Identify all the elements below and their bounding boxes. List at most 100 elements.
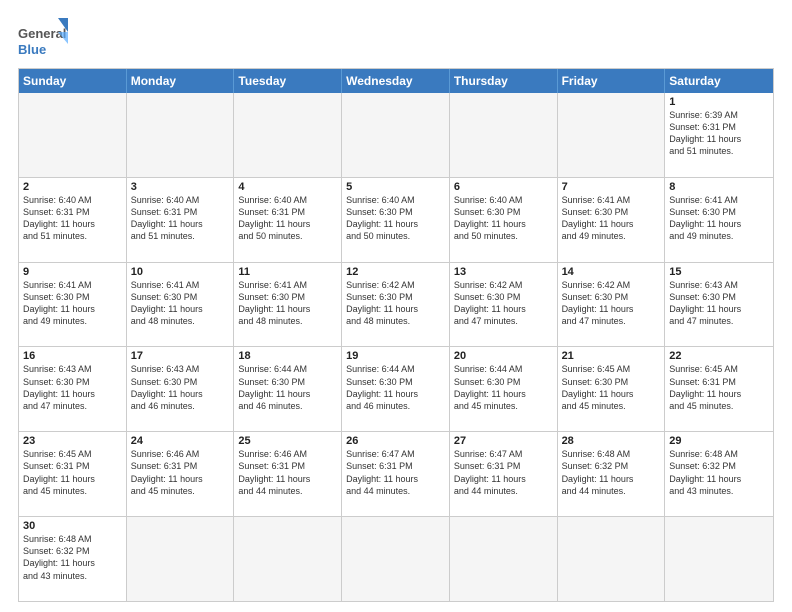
day-number: 13 xyxy=(454,266,553,278)
day-number: 14 xyxy=(562,266,661,278)
day-info: Sunrise: 6:41 AM Sunset: 6:30 PM Dayligh… xyxy=(669,194,769,243)
calendar-cell xyxy=(558,517,666,601)
day-number: 4 xyxy=(238,181,337,193)
day-info: Sunrise: 6:43 AM Sunset: 6:30 PM Dayligh… xyxy=(669,279,769,328)
calendar-row: 16Sunrise: 6:43 AM Sunset: 6:30 PM Dayli… xyxy=(19,346,773,431)
calendar-row: 30Sunrise: 6:48 AM Sunset: 6:32 PM Dayli… xyxy=(19,516,773,601)
day-number: 6 xyxy=(454,181,553,193)
day-of-week-header: Thursday xyxy=(450,69,558,93)
calendar-cell: 20Sunrise: 6:44 AM Sunset: 6:30 PM Dayli… xyxy=(450,347,558,431)
svg-text:General: General xyxy=(18,26,66,41)
day-info: Sunrise: 6:45 AM Sunset: 6:31 PM Dayligh… xyxy=(669,363,769,412)
day-info: Sunrise: 6:41 AM Sunset: 6:30 PM Dayligh… xyxy=(23,279,122,328)
day-info: Sunrise: 6:48 AM Sunset: 6:32 PM Dayligh… xyxy=(669,448,769,497)
day-info: Sunrise: 6:42 AM Sunset: 6:30 PM Dayligh… xyxy=(562,279,661,328)
day-info: Sunrise: 6:47 AM Sunset: 6:31 PM Dayligh… xyxy=(454,448,553,497)
calendar-cell xyxy=(665,517,773,601)
day-info: Sunrise: 6:48 AM Sunset: 6:32 PM Dayligh… xyxy=(562,448,661,497)
calendar-cell xyxy=(234,517,342,601)
calendar-cell: 16Sunrise: 6:43 AM Sunset: 6:30 PM Dayli… xyxy=(19,347,127,431)
calendar-cell: 5Sunrise: 6:40 AM Sunset: 6:30 PM Daylig… xyxy=(342,178,450,262)
calendar-cell: 13Sunrise: 6:42 AM Sunset: 6:30 PM Dayli… xyxy=(450,263,558,347)
calendar-cell xyxy=(558,93,666,177)
calendar-cell: 28Sunrise: 6:48 AM Sunset: 6:32 PM Dayli… xyxy=(558,432,666,516)
calendar-row: 9Sunrise: 6:41 AM Sunset: 6:30 PM Daylig… xyxy=(19,262,773,347)
day-number: 20 xyxy=(454,350,553,362)
calendar-header: SundayMondayTuesdayWednesdayThursdayFrid… xyxy=(19,69,773,93)
day-info: Sunrise: 6:40 AM Sunset: 6:31 PM Dayligh… xyxy=(238,194,337,243)
calendar-cell: 19Sunrise: 6:44 AM Sunset: 6:30 PM Dayli… xyxy=(342,347,450,431)
calendar-cell: 26Sunrise: 6:47 AM Sunset: 6:31 PM Dayli… xyxy=(342,432,450,516)
day-info: Sunrise: 6:40 AM Sunset: 6:31 PM Dayligh… xyxy=(131,194,230,243)
calendar-cell: 6Sunrise: 6:40 AM Sunset: 6:30 PM Daylig… xyxy=(450,178,558,262)
calendar-row: 1Sunrise: 6:39 AM Sunset: 6:31 PM Daylig… xyxy=(19,93,773,177)
day-number: 15 xyxy=(669,266,769,278)
day-number: 8 xyxy=(669,181,769,193)
calendar-cell: 18Sunrise: 6:44 AM Sunset: 6:30 PM Dayli… xyxy=(234,347,342,431)
day-number: 1 xyxy=(669,96,769,108)
calendar-row: 2Sunrise: 6:40 AM Sunset: 6:31 PM Daylig… xyxy=(19,177,773,262)
day-number: 29 xyxy=(669,435,769,447)
day-number: 9 xyxy=(23,266,122,278)
day-number: 2 xyxy=(23,181,122,193)
day-info: Sunrise: 6:42 AM Sunset: 6:30 PM Dayligh… xyxy=(346,279,445,328)
day-info: Sunrise: 6:41 AM Sunset: 6:30 PM Dayligh… xyxy=(562,194,661,243)
day-of-week-header: Wednesday xyxy=(342,69,450,93)
day-number: 12 xyxy=(346,266,445,278)
day-number: 25 xyxy=(238,435,337,447)
day-info: Sunrise: 6:47 AM Sunset: 6:31 PM Dayligh… xyxy=(346,448,445,497)
day-number: 24 xyxy=(131,435,230,447)
calendar-cell: 15Sunrise: 6:43 AM Sunset: 6:30 PM Dayli… xyxy=(665,263,773,347)
logo: General Blue xyxy=(18,18,68,62)
svg-text:Blue: Blue xyxy=(18,42,46,57)
calendar-cell: 4Sunrise: 6:40 AM Sunset: 6:31 PM Daylig… xyxy=(234,178,342,262)
calendar-cell xyxy=(127,517,235,601)
day-info: Sunrise: 6:46 AM Sunset: 6:31 PM Dayligh… xyxy=(238,448,337,497)
calendar-cell: 17Sunrise: 6:43 AM Sunset: 6:30 PM Dayli… xyxy=(127,347,235,431)
day-number: 7 xyxy=(562,181,661,193)
calendar-cell xyxy=(342,93,450,177)
calendar-cell: 7Sunrise: 6:41 AM Sunset: 6:30 PM Daylig… xyxy=(558,178,666,262)
page: General Blue SundayMondayTuesdayWednesda… xyxy=(0,0,792,612)
calendar-cell: 11Sunrise: 6:41 AM Sunset: 6:30 PM Dayli… xyxy=(234,263,342,347)
day-number: 27 xyxy=(454,435,553,447)
day-number: 23 xyxy=(23,435,122,447)
calendar-cell: 10Sunrise: 6:41 AM Sunset: 6:30 PM Dayli… xyxy=(127,263,235,347)
calendar-cell xyxy=(450,517,558,601)
day-number: 10 xyxy=(131,266,230,278)
calendar-cell: 1Sunrise: 6:39 AM Sunset: 6:31 PM Daylig… xyxy=(665,93,773,177)
day-info: Sunrise: 6:43 AM Sunset: 6:30 PM Dayligh… xyxy=(23,363,122,412)
day-info: Sunrise: 6:44 AM Sunset: 6:30 PM Dayligh… xyxy=(238,363,337,412)
calendar-cell xyxy=(127,93,235,177)
day-info: Sunrise: 6:44 AM Sunset: 6:30 PM Dayligh… xyxy=(346,363,445,412)
day-number: 30 xyxy=(23,520,122,532)
day-info: Sunrise: 6:39 AM Sunset: 6:31 PM Dayligh… xyxy=(669,109,769,158)
day-info: Sunrise: 6:41 AM Sunset: 6:30 PM Dayligh… xyxy=(131,279,230,328)
day-info: Sunrise: 6:40 AM Sunset: 6:31 PM Dayligh… xyxy=(23,194,122,243)
day-of-week-header: Saturday xyxy=(665,69,773,93)
day-info: Sunrise: 6:45 AM Sunset: 6:30 PM Dayligh… xyxy=(562,363,661,412)
day-info: Sunrise: 6:40 AM Sunset: 6:30 PM Dayligh… xyxy=(454,194,553,243)
day-info: Sunrise: 6:43 AM Sunset: 6:30 PM Dayligh… xyxy=(131,363,230,412)
calendar-cell: 12Sunrise: 6:42 AM Sunset: 6:30 PM Dayli… xyxy=(342,263,450,347)
day-number: 5 xyxy=(346,181,445,193)
calendar-cell: 23Sunrise: 6:45 AM Sunset: 6:31 PM Dayli… xyxy=(19,432,127,516)
day-of-week-header: Sunday xyxy=(19,69,127,93)
day-number: 16 xyxy=(23,350,122,362)
calendar-cell: 22Sunrise: 6:45 AM Sunset: 6:31 PM Dayli… xyxy=(665,347,773,431)
day-info: Sunrise: 6:44 AM Sunset: 6:30 PM Dayligh… xyxy=(454,363,553,412)
calendar-cell: 9Sunrise: 6:41 AM Sunset: 6:30 PM Daylig… xyxy=(19,263,127,347)
calendar-cell: 21Sunrise: 6:45 AM Sunset: 6:30 PM Dayli… xyxy=(558,347,666,431)
day-of-week-header: Tuesday xyxy=(234,69,342,93)
day-number: 26 xyxy=(346,435,445,447)
day-of-week-header: Friday xyxy=(558,69,666,93)
day-info: Sunrise: 6:46 AM Sunset: 6:31 PM Dayligh… xyxy=(131,448,230,497)
calendar-cell xyxy=(19,93,127,177)
generalblue-logo-icon: General Blue xyxy=(18,18,68,62)
calendar-cell xyxy=(450,93,558,177)
calendar-cell: 8Sunrise: 6:41 AM Sunset: 6:30 PM Daylig… xyxy=(665,178,773,262)
day-number: 18 xyxy=(238,350,337,362)
calendar-cell: 25Sunrise: 6:46 AM Sunset: 6:31 PM Dayli… xyxy=(234,432,342,516)
day-info: Sunrise: 6:45 AM Sunset: 6:31 PM Dayligh… xyxy=(23,448,122,497)
day-info: Sunrise: 6:48 AM Sunset: 6:32 PM Dayligh… xyxy=(23,533,122,582)
